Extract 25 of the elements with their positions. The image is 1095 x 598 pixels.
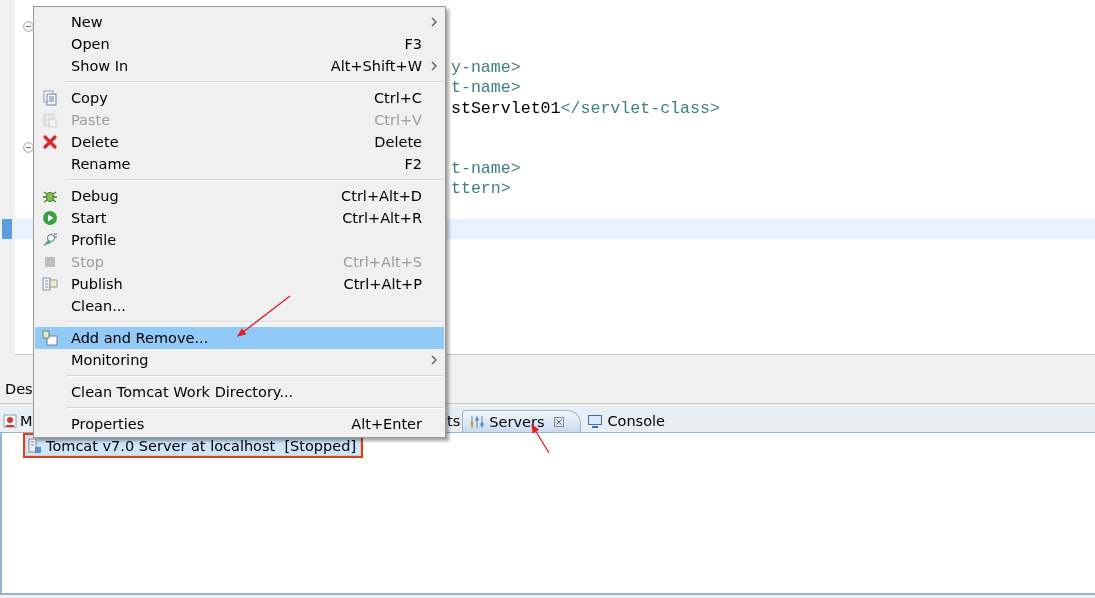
code-line: y-name> xyxy=(451,58,521,78)
menu-item[interactable]: Open F3 xyxy=(35,33,444,55)
menu-item[interactable]: Delete Delete xyxy=(35,131,444,153)
menu-item[interactable]: Rename F2 xyxy=(35,153,444,175)
menu-item[interactable]: Start Ctrl+Alt+R xyxy=(35,207,444,229)
code-line: stServlet01</servlet-class> xyxy=(451,98,720,118)
menu-item[interactable]: Add and Remove... xyxy=(35,327,444,349)
menu-item[interactable]: Clean... xyxy=(35,295,444,317)
menu-item[interactable]: Properties Alt+Enter xyxy=(35,413,444,435)
view-tab[interactable]: Console xyxy=(581,410,671,432)
code-line: t-name> xyxy=(451,159,521,179)
menu-item[interactable]: Clean Tomcat Work Directory... xyxy=(35,381,444,403)
menu-item[interactable]: Monitoring xyxy=(35,349,444,371)
view-tab[interactable]: M xyxy=(0,410,33,432)
view-tab[interactable]: ts xyxy=(447,410,463,432)
code-line: ttern> xyxy=(451,179,511,199)
menu-item[interactable]: Copy Ctrl+C xyxy=(35,87,444,109)
server-item[interactable]: Tomcat v7.0 Server at localhost [Stopped] xyxy=(26,436,361,455)
menu-item[interactable]: Publish Ctrl+Alt+P xyxy=(35,273,444,295)
menu-item[interactable]: Debug Ctrl+Alt+D xyxy=(35,185,444,207)
menu-item[interactable]: Profile xyxy=(35,229,444,251)
menu-item[interactable]: Show In Alt+Shift+W xyxy=(35,55,444,77)
code-line: t-name> xyxy=(451,78,521,98)
view-tab[interactable]: Servers xyxy=(462,410,582,432)
menu-item[interactable]: New xyxy=(35,11,444,33)
